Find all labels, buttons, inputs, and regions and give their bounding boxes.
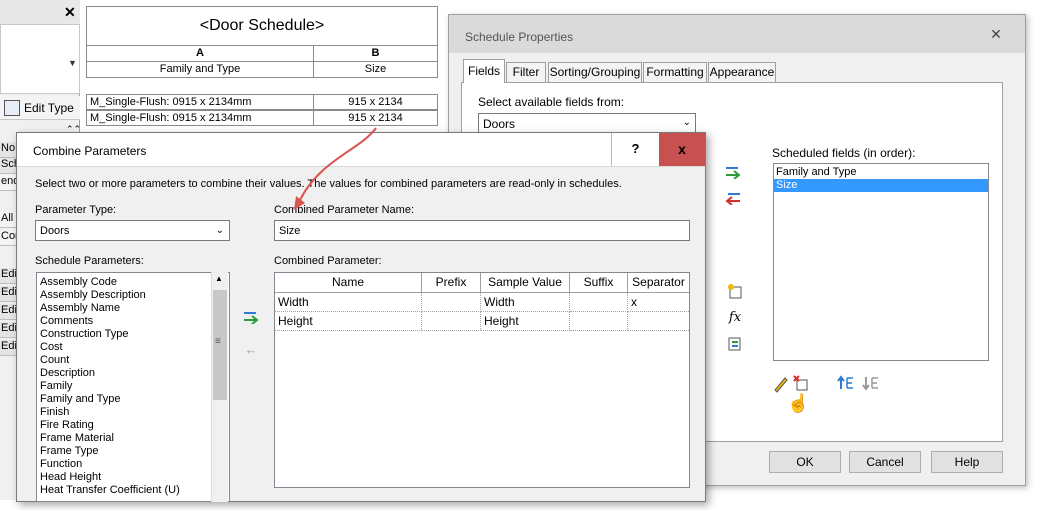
- edit-parameter-icon[interactable]: [772, 375, 790, 393]
- schedule-parameters-scrollbar[interactable]: ▲ ≡: [211, 272, 228, 502]
- schedule-parameters-label: Schedule Parameters:: [35, 255, 144, 267]
- help-icon[interactable]: ?: [611, 133, 659, 166]
- tab-sorting-grouping[interactable]: Sorting/Grouping: [548, 62, 642, 82]
- list-item[interactable]: Assembly Name: [37, 302, 229, 315]
- dialog-title: Combine Parameters: [33, 144, 147, 158]
- list-item[interactable]: Function: [37, 458, 229, 471]
- new-parameter-icon[interactable]: [726, 283, 744, 301]
- schedule-properties-title-bar: Schedule Properties ✕: [449, 15, 1025, 53]
- tab-filter[interactable]: Filter: [506, 62, 546, 82]
- table-row-size[interactable]: 915 x 2134: [313, 94, 438, 110]
- list-item[interactable]: Frame Material: [37, 432, 229, 445]
- grid-header-sample-value[interactable]: Sample Value: [481, 273, 570, 293]
- grid-header-suffix[interactable]: Suffix: [570, 273, 628, 293]
- grid-header-separator[interactable]: Separator: [628, 273, 689, 293]
- table-row-size[interactable]: 915 x 2134: [313, 110, 438, 126]
- list-item[interactable]: Comments: [37, 315, 229, 328]
- list-item[interactable]: Assembly Description: [37, 289, 229, 302]
- grid-cell-separator[interactable]: x: [628, 293, 689, 312]
- dialog-title: Schedule Properties: [465, 30, 574, 44]
- combined-parameter-label: Combined Parameter:: [274, 255, 382, 267]
- cancel-button[interactable]: Cancel: [849, 451, 921, 473]
- combined-name-input[interactable]: Size: [274, 220, 690, 241]
- combined-name-label: Combined Parameter Name:: [274, 204, 415, 216]
- list-item[interactable]: Assembly Code: [37, 276, 229, 289]
- move-down-icon[interactable]: [862, 375, 880, 393]
- scheduled-fields-label: Scheduled fields (in order):: [772, 146, 916, 160]
- available-fields-value: Doors: [483, 117, 516, 131]
- combine-parameters-title-bar: Combine Parameters: [17, 133, 705, 167]
- grid-cell-suffix[interactable]: [570, 312, 628, 331]
- grid-cell-separator[interactable]: [628, 312, 689, 331]
- grid-cell-name[interactable]: Width: [275, 293, 422, 312]
- grid-cell-name[interactable]: Height: [275, 312, 422, 331]
- list-item[interactable]: Finish: [37, 406, 229, 419]
- combine-parameters-dialog: Combine Parameters ? x Select two or mor…: [16, 132, 706, 502]
- chevron-down-icon: ⌄: [682, 117, 691, 128]
- schedule-parameters-list[interactable]: Assembly Code Assembly Description Assem…: [36, 272, 230, 502]
- chevron-down-icon[interactable]: ▼: [68, 58, 77, 68]
- scheduled-fields-list[interactable]: Family and Type Size: [773, 163, 989, 361]
- grid-header-prefix[interactable]: Prefix: [422, 273, 481, 293]
- parameter-type-label: Parameter Type:: [35, 204, 117, 216]
- list-item[interactable]: Cost: [37, 341, 229, 354]
- delete-parameter-icon[interactable]: [792, 375, 810, 393]
- column-header-size[interactable]: Size: [313, 62, 438, 78]
- scroll-up-icon[interactable]: ▲: [215, 274, 223, 283]
- grip-icon: ≡: [215, 336, 221, 347]
- list-item[interactable]: Family and Type: [37, 393, 229, 406]
- edit-type-icon: [4, 100, 20, 116]
- available-fields-label: Select available fields from:: [478, 95, 625, 109]
- tab-fields[interactable]: Fields: [463, 59, 505, 83]
- table-row-family-type[interactable]: M_Single-Flush: 0915 x 2134mm: [86, 110, 314, 126]
- grid-cell-sample-value[interactable]: Width: [481, 293, 570, 312]
- list-item[interactable]: Family and Type: [774, 166, 988, 179]
- tab-formatting[interactable]: Formatting: [643, 62, 707, 82]
- close-button[interactable]: x: [659, 133, 705, 166]
- column-header-family-type[interactable]: Family and Type: [86, 62, 314, 78]
- close-icon[interactable]: ✕: [981, 23, 1011, 47]
- combine-parameters-icon[interactable]: [726, 335, 744, 353]
- hand-cursor-icon: ☝: [787, 393, 810, 413]
- column-letter-a: A: [86, 46, 314, 62]
- instruction-text: Select two or more parameters to combine…: [35, 178, 622, 190]
- list-item[interactable]: Head Height: [37, 471, 229, 484]
- list-item[interactable]: Description: [37, 367, 229, 380]
- edit-type-label: Edit Type: [24, 101, 74, 115]
- properties-close-icon[interactable]: ✕: [64, 4, 76, 21]
- list-item[interactable]: Frame Type: [37, 445, 229, 458]
- schedule-title: <Door Schedule>: [86, 6, 438, 46]
- table-row-family-type[interactable]: M_Single-Flush: 0915 x 2134mm: [86, 94, 314, 110]
- grid-cell-sample-value[interactable]: Height: [481, 312, 570, 331]
- list-item[interactable]: Count: [37, 354, 229, 367]
- grid-cell-prefix[interactable]: [422, 312, 481, 331]
- add-field-icon[interactable]: [724, 165, 742, 183]
- column-letter-b: B: [313, 46, 438, 62]
- list-item[interactable]: Heat Transfer Coefficient (U): [37, 484, 229, 497]
- remove-parameter-icon[interactable]: ←: [242, 341, 260, 359]
- parameter-type-value: Doors: [40, 225, 70, 237]
- ok-button[interactable]: OK: [769, 451, 841, 473]
- grid-cell-suffix[interactable]: [570, 293, 628, 312]
- available-fields-select[interactable]: Doors ⌄: [478, 113, 696, 134]
- list-item[interactable]: Construction Type: [37, 328, 229, 341]
- door-schedule-view: <Door Schedule> A B Family and Type Size…: [86, 6, 440, 136]
- grid-cell-prefix[interactable]: [422, 293, 481, 312]
- remove-field-icon[interactable]: [724, 191, 742, 209]
- parameter-type-select[interactable]: Doors ⌄: [35, 220, 230, 241]
- help-button[interactable]: Help: [931, 451, 1003, 473]
- list-item[interactable]: Fire Rating: [37, 419, 229, 432]
- grid-header-name[interactable]: Name: [275, 273, 422, 293]
- list-item-selected[interactable]: Size: [774, 179, 988, 192]
- calculated-value-icon[interactable]: fx: [726, 309, 744, 327]
- chevron-down-icon: ⌄: [215, 225, 224, 236]
- tab-appearance[interactable]: Appearance: [708, 62, 776, 82]
- move-up-icon[interactable]: [837, 375, 855, 393]
- add-parameter-icon[interactable]: [242, 310, 260, 328]
- list-item[interactable]: Family: [37, 380, 229, 393]
- combined-parameter-grid: Name Prefix Sample Value Suffix Separato…: [274, 272, 690, 488]
- edit-type-button[interactable]: Edit Type: [0, 96, 80, 120]
